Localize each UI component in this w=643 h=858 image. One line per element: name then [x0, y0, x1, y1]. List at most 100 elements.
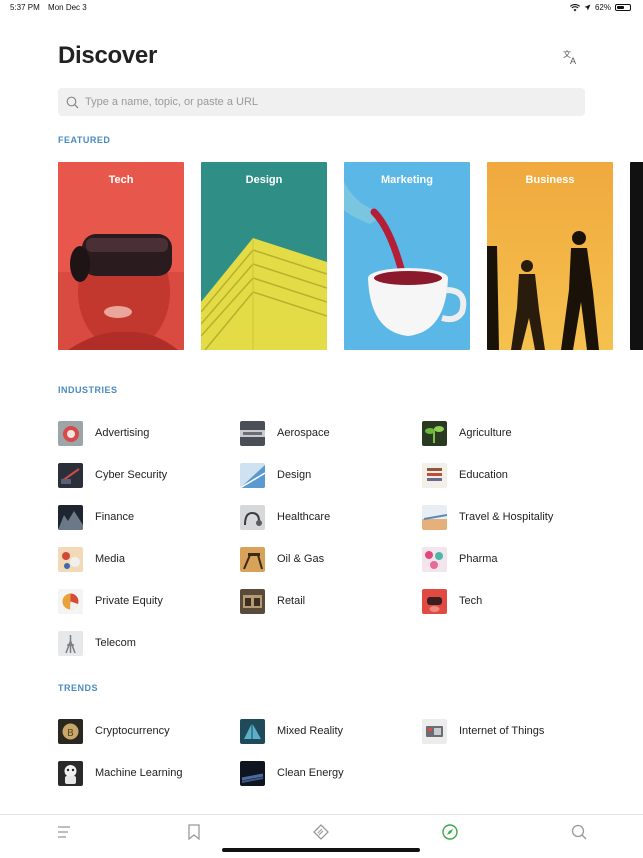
industries-row: Media Oil & Gas Pharma	[58, 545, 618, 575]
agriculture-thumbnail	[422, 420, 447, 446]
search-bar[interactable]	[58, 88, 585, 116]
travel-thumbnail	[422, 504, 447, 530]
finance-thumbnail	[58, 504, 83, 530]
private-equity-thumbnail	[58, 588, 83, 614]
industry-media[interactable]: Media	[58, 545, 125, 573]
industry-travel-hospitality[interactable]: Travel & Hospitality	[422, 503, 553, 531]
industries-row: Finance Healthcare Travel & Hospitality	[58, 503, 618, 533]
tech-vr-image	[58, 162, 184, 350]
svg-text:A: A	[570, 56, 576, 66]
healthcare-thumbnail	[240, 504, 265, 530]
item-label: Mixed Reality	[277, 725, 344, 737]
item-label: Agriculture	[459, 427, 512, 439]
item-label: Education	[459, 469, 508, 481]
clean-energy-thumbnail	[240, 760, 265, 786]
business-people-image	[487, 162, 613, 350]
industry-cyber-security[interactable]: Cyber Security	[58, 461, 167, 489]
item-label: Oil & Gas	[277, 553, 325, 565]
item-label: Retail	[277, 595, 306, 607]
item-label: Healthcare	[277, 511, 331, 523]
item-label: Machine Learning	[95, 767, 183, 779]
page-title: Discover	[58, 42, 157, 69]
search-input[interactable]	[85, 96, 565, 108]
bookmark-icon[interactable]	[185, 823, 203, 841]
compass-icon[interactable]	[441, 823, 459, 841]
cyber-security-thumbnail	[58, 462, 83, 488]
item-label: Pharma	[459, 553, 498, 565]
trend-machine-learning[interactable]: Machine Learning	[58, 759, 182, 787]
machine-learning-thumbnail	[58, 760, 83, 786]
featured-card-marketing[interactable]: Marketing	[344, 162, 470, 350]
card-title: Tech	[108, 174, 134, 186]
aerospace-thumbnail	[240, 420, 265, 446]
industry-education[interactable]: Education	[422, 461, 508, 489]
item-label: Design	[277, 469, 312, 481]
card-title: Design	[245, 174, 283, 186]
item-label: Travel & Hospitality	[459, 511, 554, 523]
status-bar: 5:37 PM Mon Dec 3 62%	[0, 0, 643, 16]
industry-oil-gas[interactable]: Oil & Gas	[240, 545, 324, 573]
marketing-teacup-image	[344, 162, 470, 350]
industry-advertising[interactable]: Advertising	[58, 419, 149, 447]
industry-aerospace[interactable]: Aerospace	[240, 419, 330, 447]
iot-thumbnail	[422, 718, 447, 744]
item-label: Aerospace	[277, 427, 330, 439]
item-label: Tech	[459, 595, 483, 607]
trends-heading: TRENDS	[58, 683, 99, 693]
feedly-logo-icon[interactable]	[312, 823, 330, 841]
translate-icon[interactable]: 文 A	[562, 48, 580, 66]
location-arrow-icon	[584, 4, 591, 11]
trends-row: B Cryptocurrency Mixed Reality Internet …	[58, 717, 618, 747]
wifi-icon	[569, 3, 580, 11]
featured-card-business[interactable]: Business	[487, 162, 613, 350]
industry-telecom[interactable]: Telecom	[58, 629, 136, 657]
industry-finance[interactable]: Finance	[58, 503, 134, 531]
trends-row: Machine Learning Clean Energy	[58, 759, 618, 789]
pharma-thumbnail	[422, 546, 447, 572]
industry-design[interactable]: Design	[240, 461, 311, 489]
item-label: Cryptocurrency	[95, 725, 170, 737]
industry-pharma[interactable]: Pharma	[422, 545, 498, 573]
telecom-thumbnail	[58, 630, 83, 656]
featured-card-tech[interactable]: Tech	[58, 162, 184, 350]
mixed-reality-thumbnail	[240, 718, 265, 744]
design-building-image	[201, 162, 327, 350]
tech-thumbnail	[422, 588, 447, 614]
industries-row: Cyber Security Design Education	[58, 461, 618, 491]
item-label: Private Equity	[95, 595, 163, 607]
oil-gas-thumbnail	[240, 546, 265, 572]
industries-row: Advertising Aerospace Agriculture	[58, 419, 618, 449]
advertising-thumbnail	[58, 420, 83, 446]
featured-card-design[interactable]: Design	[201, 162, 327, 350]
industry-healthcare[interactable]: Healthcare	[240, 503, 330, 531]
trend-cryptocurrency[interactable]: B Cryptocurrency	[58, 717, 170, 745]
design-thumbnail	[240, 462, 265, 488]
industries-heading: INDUSTRIES	[58, 385, 118, 395]
media-thumbnail	[58, 546, 83, 572]
battery-percent: 62%	[594, 3, 611, 12]
retail-thumbnail	[240, 588, 265, 614]
industry-private-equity[interactable]: Private Equity	[58, 587, 163, 615]
industry-retail[interactable]: Retail	[240, 587, 305, 615]
item-label: Cyber Security	[95, 469, 168, 481]
search-icon	[66, 96, 79, 108]
trend-mixed-reality[interactable]: Mixed Reality	[240, 717, 343, 745]
industry-agriculture[interactable]: Agriculture	[422, 419, 512, 447]
trend-clean-energy[interactable]: Clean Energy	[240, 759, 344, 787]
industries-row: Private Equity Retail Tech	[58, 587, 618, 617]
item-label: Clean Energy	[277, 767, 344, 779]
battery-icon	[615, 4, 631, 11]
featured-carousel[interactable]: Tech Design Marketing Business	[58, 162, 643, 350]
card-title: Marketing	[381, 174, 433, 186]
item-label: Advertising	[95, 427, 150, 439]
industry-tech[interactable]: Tech	[422, 587, 482, 615]
trend-internet-of-things[interactable]: Internet of Things	[422, 717, 544, 745]
item-label: Media	[95, 553, 125, 565]
item-label: Finance	[95, 511, 135, 523]
card-title: Business	[525, 174, 575, 186]
menu-icon[interactable]	[56, 823, 74, 841]
home-indicator	[222, 848, 420, 852]
featured-card-next[interactable]	[630, 162, 643, 350]
search-icon[interactable]	[570, 823, 588, 841]
svg-text:B: B	[67, 728, 74, 739]
